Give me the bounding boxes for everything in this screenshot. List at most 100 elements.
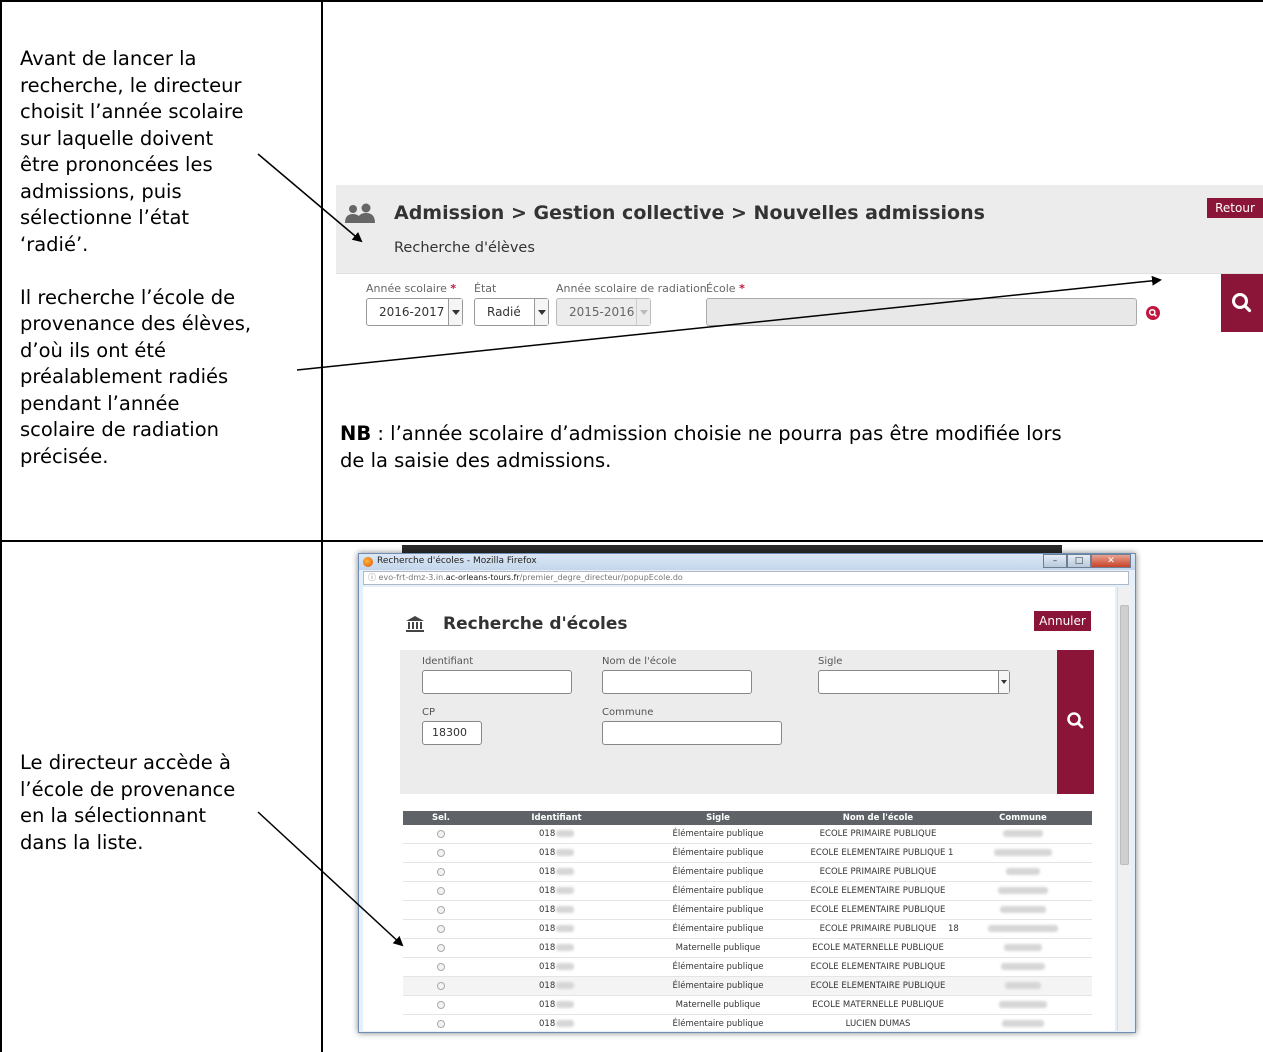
scrollbar-thumb[interactable] (1120, 605, 1129, 865)
nb-text: : l’année scolaire d’admission choisie n… (371, 422, 1062, 445)
table-row[interactable]: 018 Maternelle publique ECOLE MATERNELLE P… (403, 996, 1092, 1015)
chevron-down-icon (448, 299, 462, 325)
back-button[interactable]: Retour (1207, 198, 1263, 218)
text-line: pendant l’année (20, 391, 180, 415)
table-row[interactable]: 018 Élémentaire publique ECOLE PRIMAIRE PU… (403, 825, 1092, 844)
identifiant-label: Identifiant (422, 656, 474, 667)
school-year-select[interactable]: 2016-2017 (366, 298, 463, 326)
school-search-icon[interactable] (1146, 306, 1160, 320)
cp-input[interactable]: 18300 (422, 721, 482, 745)
sigle-cell: Élémentaire publique (672, 867, 764, 877)
table-row[interactable]: 018 Élémentaire publique LUCIEN DUMAS (403, 1015, 1092, 1031)
text-line: admissions, puis (20, 179, 182, 203)
row-radio-cell[interactable] (403, 977, 479, 995)
sigle-cell: Élémentaire publique (672, 848, 764, 858)
search-icon (1232, 293, 1252, 313)
row-radio-cell[interactable] (403, 844, 479, 862)
table-row[interactable]: 018 Élémentaire publique ECOLE ELEMENTAIRE… (403, 882, 1092, 901)
identifiant-input[interactable] (422, 670, 572, 694)
sigle-select[interactable] (818, 670, 1010, 694)
instruction-text-1: Avant de lancer la recherche, le directeu… (20, 46, 315, 470)
chevron-down-icon (534, 299, 548, 325)
select-radio[interactable] (437, 848, 445, 857)
school-name-cell: ECOLE ELEMENTAIRE PUBLIQUE (810, 962, 946, 972)
table-row[interactable]: 018 Élémentaire publique ECOLE ELEMENTAIRE… (403, 844, 1092, 863)
school-search-popup-screenshot: Recherche d'écoles - Mozilla Firefox – □… (352, 545, 1142, 1045)
table-row[interactable]: 018 Élémentaire publique ECOLE ELEMENTAIRE… (403, 958, 1092, 977)
radiation-year-select: 2015-2016 (556, 298, 651, 326)
school-name-label: Nom de l'école (602, 656, 677, 667)
search-button[interactable] (1221, 274, 1263, 332)
select-radio[interactable] (437, 981, 445, 990)
text-line: en la sélectionnant (20, 804, 207, 827)
text-line: Le directeur accède à (20, 751, 231, 774)
sigle-cell: Élémentaire publique (672, 1019, 764, 1029)
select-radio[interactable] (437, 1019, 445, 1028)
chevron-down-icon (998, 671, 1009, 693)
text-line: sur laquelle doivent (20, 126, 214, 150)
sigle-cell: Élémentaire publique (672, 886, 764, 896)
row-radio-cell[interactable] (403, 996, 479, 1014)
select-radio[interactable] (437, 867, 445, 876)
row-radio-cell[interactable] (403, 1015, 479, 1031)
vertical-scrollbar[interactable] (1117, 587, 1131, 1031)
text-line: être prononcées les (20, 153, 213, 176)
school-name-input[interactable] (602, 670, 752, 694)
commune-cell (954, 844, 1092, 862)
firefox-icon (363, 557, 373, 567)
row-radio-cell[interactable] (403, 958, 479, 976)
users-icon (345, 203, 375, 223)
select-radio[interactable] (437, 1000, 445, 1009)
row-radio-cell[interactable] (403, 882, 479, 900)
breadcrumb: Admission > Gestion collective > Nouvell… (394, 202, 985, 224)
text-line: recherche, le directeur (20, 73, 242, 97)
school-name-cell: ECOLE ELEMENTAIRE PUBLIQUE (810, 905, 946, 915)
text-line: précisée. (20, 444, 109, 468)
select-radio[interactable] (437, 924, 445, 933)
text-line: l’école de provenance (20, 777, 236, 801)
row-radio-cell[interactable] (403, 920, 479, 938)
select-radio[interactable] (437, 886, 445, 895)
commune-input[interactable] (602, 721, 782, 745)
commune-cell (954, 996, 1092, 1014)
text-line: sélectionne l’état (20, 206, 190, 229)
text-line: dans la liste. (20, 830, 144, 854)
close-window-button[interactable]: ✕ (1091, 554, 1131, 568)
commune-cell (954, 882, 1092, 900)
commune-cell (954, 958, 1092, 976)
school-year-label: Année scolaire * (366, 282, 457, 295)
table-border-top (0, 0, 1263, 2)
commune-cell (954, 1015, 1092, 1031)
select-radio[interactable] (437, 943, 445, 952)
maximize-button[interactable]: □ (1067, 554, 1091, 568)
select-radio[interactable] (437, 905, 445, 914)
search-icon (1067, 712, 1084, 729)
row-radio-cell[interactable] (403, 825, 479, 843)
text-line (20, 258, 315, 285)
window-titlebar: Recherche d'écoles - Mozilla Firefox – □… (359, 554, 1135, 570)
school-search-form: Identifiant Nom de l'école Sigle CP 1830… (400, 650, 1094, 794)
table-row[interactable]: 018 Maternelle publique ECOLE MATERNELLE P… (403, 939, 1092, 958)
nb-note: NB : l’année scolaire d’admission choisi… (340, 421, 1260, 474)
chevron-down-icon (636, 299, 650, 325)
column-header-sel: Sel. (431, 813, 451, 823)
row-radio-cell[interactable] (403, 863, 479, 881)
school-search-button[interactable] (1057, 650, 1094, 794)
table-row[interactable]: 018 Élémentaire publique ECOLE ELEMENTAIRE… (403, 901, 1092, 920)
table-row[interactable]: 018 Élémentaire publique ECOLE ELEMENTAIRE… (403, 977, 1092, 996)
select-radio[interactable] (437, 829, 445, 838)
minimize-button[interactable]: – (1043, 554, 1067, 568)
table-row[interactable]: 018 Élémentaire publique ECOLE PRIMAIRE PU… (403, 863, 1092, 882)
table-row[interactable]: 018 Élémentaire publique ECOLE PRIMAIRE PU… (403, 920, 1092, 939)
url-bar[interactable]: ⓘ evo-frt-dmz-3.in.ac-orleans-tours.fr/p… (363, 571, 1129, 585)
sigle-cell: Élémentaire publique (672, 981, 764, 991)
state-select[interactable]: Radié (474, 298, 549, 326)
cancel-button[interactable]: Annuler (1034, 611, 1091, 631)
commune-label: Commune (602, 707, 654, 718)
popup-title: Recherche d'écoles (443, 614, 628, 634)
row-radio-cell[interactable] (403, 901, 479, 919)
text-line: Il recherche l’école de (20, 285, 236, 309)
school-input[interactable] (706, 298, 1137, 326)
select-radio[interactable] (437, 962, 445, 971)
row-radio-cell[interactable] (403, 939, 479, 957)
